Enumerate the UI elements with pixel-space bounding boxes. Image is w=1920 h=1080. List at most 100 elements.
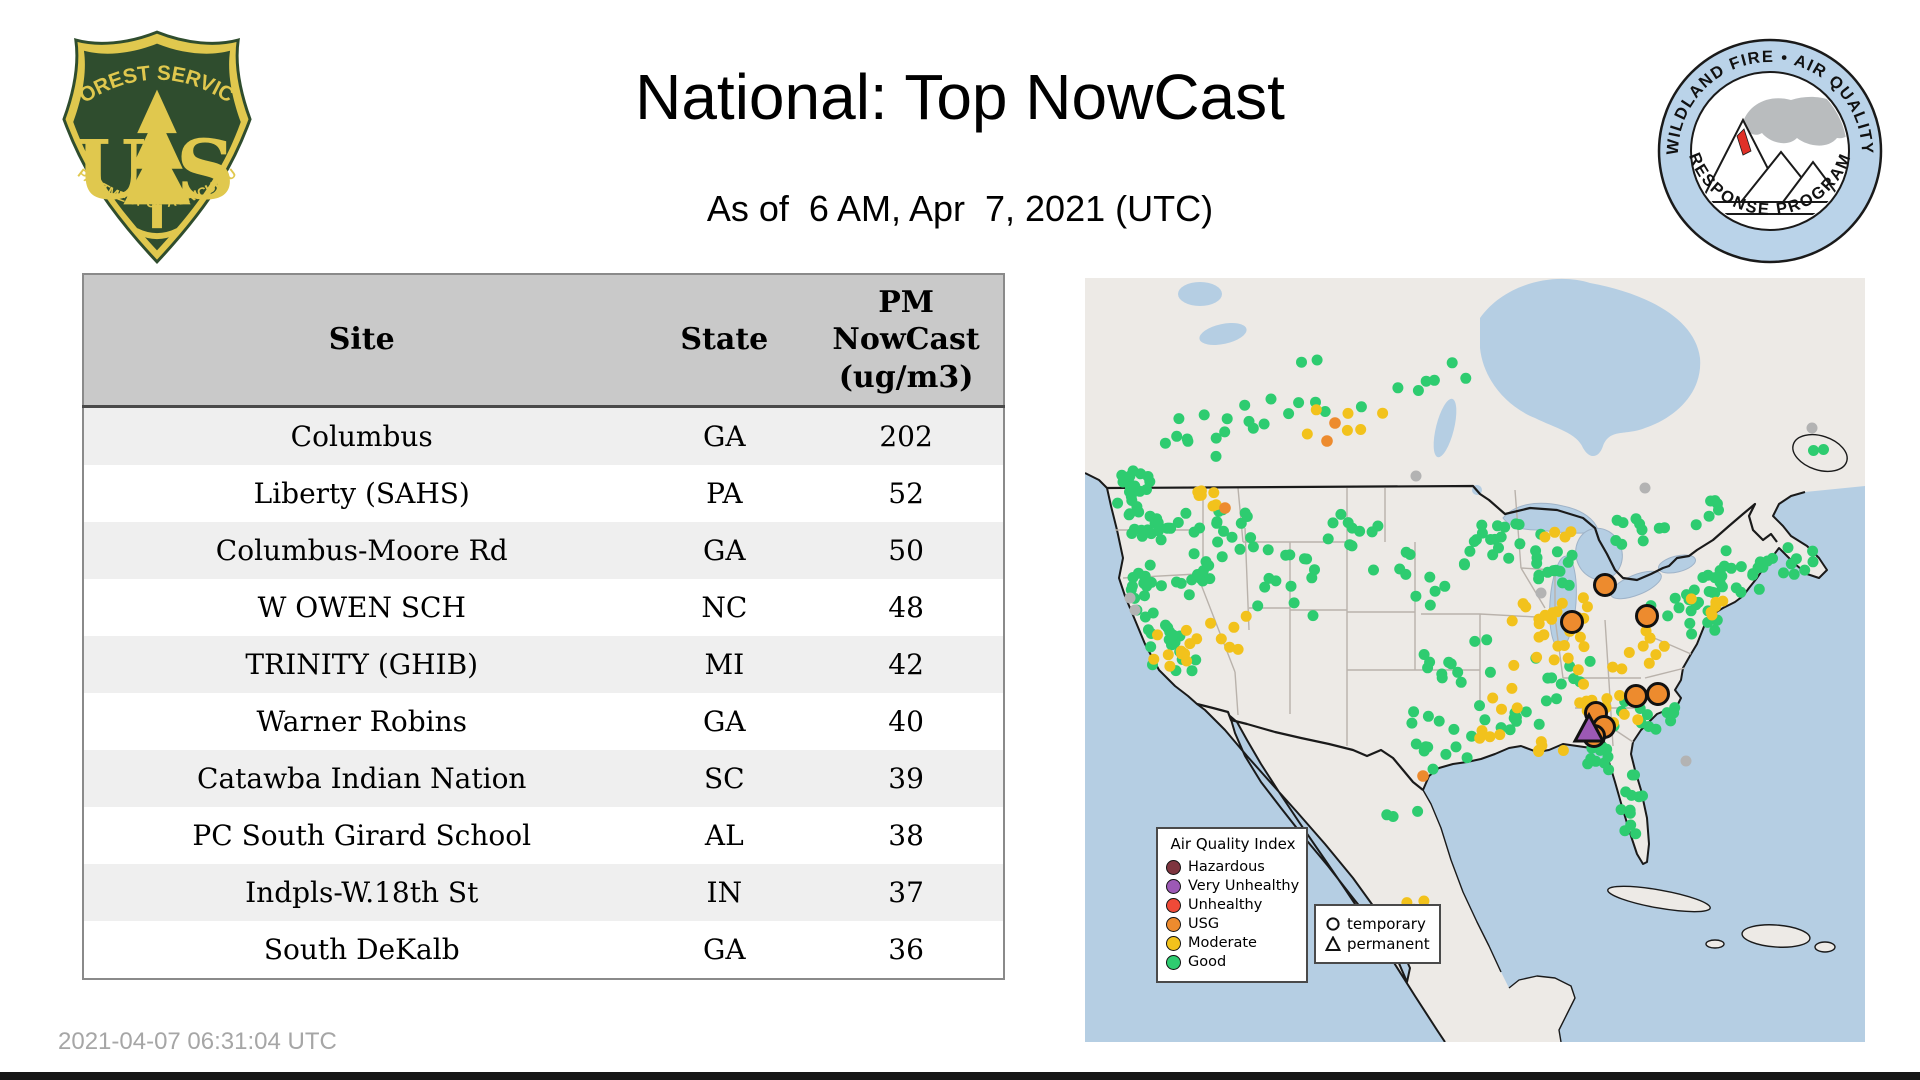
monitor-site-dot: [1650, 649, 1662, 661]
monitor-site-dot: [1558, 640, 1570, 651]
state-cell: GA: [639, 921, 810, 979]
monitor-site-dot: [1636, 524, 1648, 536]
monitor-site-dot: [1487, 692, 1499, 704]
monitor-site-dot: [1513, 519, 1525, 530]
marker-legend-item: temporary: [1325, 915, 1433, 933]
aqi-legend-item: Unhealthy: [1166, 897, 1300, 913]
monitor-site-dot: [1735, 561, 1747, 573]
monitor-site-dot: [1508, 659, 1520, 671]
monitor-site-dot: [1299, 553, 1310, 565]
monitor-site-dot: [1283, 408, 1295, 420]
monitor-site-dot: [1136, 524, 1147, 536]
monitor-site-dot: [1574, 631, 1586, 643]
monitor-site-dot: [1160, 619, 1171, 631]
monitor-site-dot: [1511, 702, 1523, 714]
monitor-site-dot: [1417, 770, 1429, 782]
aqi-legend-item: Hazardous: [1166, 859, 1300, 875]
monitor-site-dot: [1531, 651, 1543, 663]
generated-timestamp: 2021-04-07 06:31:04 UTC: [58, 1028, 337, 1055]
monitor-site-dot: [1705, 495, 1717, 507]
monitor-site-dot: [1799, 564, 1811, 576]
monitor-site-dot: [1245, 532, 1257, 544]
monitor-site-dot: [1377, 407, 1389, 419]
value-cell: 202: [809, 406, 1004, 465]
monitor-site-dot: [1321, 435, 1333, 447]
monitor-site-dot: [1180, 507, 1192, 519]
monitor-site-dot: [1180, 624, 1192, 636]
column-header-site: Site: [83, 274, 640, 408]
monitor-site-dot: [1354, 525, 1366, 537]
monitor-site-dot: [1662, 610, 1674, 622]
monitor-site-dot: [1410, 470, 1422, 482]
monitor-site-dot: [1458, 558, 1470, 570]
monitor-site-dot: [1428, 374, 1440, 386]
monitor-site-dot: [1440, 748, 1452, 760]
monitor-site-dot: [1494, 729, 1506, 741]
monitor-site-dot: [1549, 526, 1561, 538]
monitor-site-dot: [1555, 678, 1567, 690]
monitor-site-dot: [1424, 571, 1436, 583]
monitor-site-dot: [1533, 631, 1545, 643]
monitor-site-dot: [1219, 502, 1231, 514]
monitor-site-dot: [1142, 471, 1154, 482]
monitor-site-dot: [1474, 700, 1485, 712]
aqi-legend-title: Air Quality Index: [1170, 835, 1296, 853]
monitor-site-dot: [1247, 541, 1259, 553]
monitor-site-dot: [1562, 652, 1574, 664]
monitor-site-dot: [1216, 551, 1228, 563]
monitor-site-dot: [1618, 708, 1630, 720]
monitor-site-dot: [1493, 542, 1504, 554]
table-row: PC South Girard School AL 38: [83, 807, 1004, 864]
monitor-site-dot: [1280, 549, 1292, 561]
monitor-site-dot: [1495, 531, 1507, 543]
monitor-site-dot: [1584, 655, 1596, 667]
monitor-site-dot: [1239, 399, 1251, 411]
site-cell: PC South Girard School: [83, 807, 640, 864]
monitor-site-dot: [1424, 599, 1436, 611]
monitor-site-dot: [1455, 676, 1467, 688]
monitor-site-dot: [1551, 546, 1563, 558]
monitor-site-dot: [1448, 723, 1460, 735]
state-cell: NC: [639, 579, 810, 636]
marker-label: permanent: [1347, 935, 1430, 953]
monitor-site-dot: [1767, 552, 1778, 564]
value-cell: 40: [809, 693, 1004, 750]
monitor-site-dot: [1262, 544, 1274, 556]
monitor-site-dot: [1577, 592, 1589, 604]
monitor-site-dot: [1215, 633, 1227, 645]
monitor-site-dot: [1307, 610, 1319, 622]
monitor-site-dot: [1212, 536, 1224, 548]
monitor-site-dot: [1607, 661, 1619, 673]
table-row: South DeKalb GA 36: [83, 921, 1004, 979]
site-cell: Liberty (SAHS): [83, 465, 640, 522]
monitor-site-dot: [1703, 510, 1715, 522]
monitor-site-dot: [1296, 356, 1307, 368]
monitor-site-dot: [1619, 825, 1631, 837]
monitor-site-dot: [1144, 559, 1156, 571]
monitor-site-dot: [1173, 413, 1185, 425]
monitor-site-dot: [1211, 516, 1223, 528]
monitor-site-dot: [1381, 809, 1393, 821]
monitor-site-dot: [1184, 638, 1196, 650]
monitor-site-dot: [1165, 522, 1177, 534]
forest-service-logo: FOREST SERVICE U S DEPARTMENT OF AGRICUL…: [58, 28, 252, 265]
monitor-site-dot: [1436, 672, 1448, 684]
monitor-site-dot: [1807, 556, 1819, 568]
site-cell: Warner Robins: [83, 693, 640, 750]
value-cell: 42: [809, 636, 1004, 693]
monitor-site-dot: [1602, 751, 1614, 763]
monitor-site-dot: [1152, 525, 1164, 537]
monitor-site-dot: [1785, 558, 1797, 570]
state-cell: GA: [639, 522, 810, 579]
monitor-site-dot: [1224, 641, 1236, 653]
aqi-label: Good: [1188, 954, 1227, 970]
monitor-site-dot: [1551, 693, 1562, 705]
aqi-legend-item: Good: [1166, 954, 1300, 970]
marker-label: temporary: [1347, 915, 1426, 933]
monitor-site-dot: [1344, 539, 1356, 551]
monitor-site-dot: [1410, 590, 1422, 602]
wildland-fire-air-quality-logo: WILDLAND FIRE • AIR QUALITY RESPONSE PRO…: [1657, 38, 1883, 264]
monitor-site-dot: [1400, 546, 1412, 558]
monitor-site-dot: [1539, 531, 1551, 543]
monitor-site-dot: [1406, 717, 1418, 729]
